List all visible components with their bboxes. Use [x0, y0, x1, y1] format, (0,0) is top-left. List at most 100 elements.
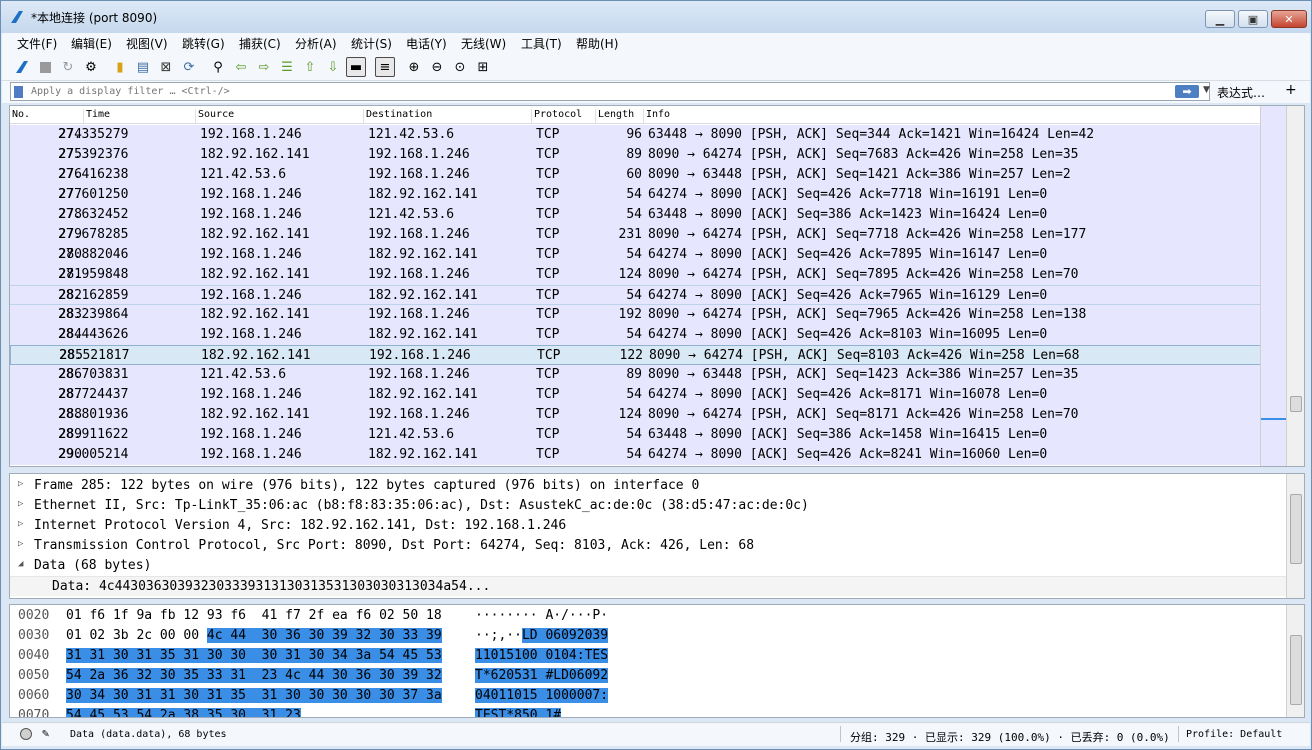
zoom-out-button[interactable]: ⊖	[427, 57, 447, 77]
resize-columns-button[interactable]: ⊞	[473, 57, 493, 77]
zoom-in-button[interactable]: ⊕	[404, 57, 424, 77]
reload-icon: ⟳	[183, 59, 195, 75]
go-forward-button[interactable]: ⇨	[254, 57, 274, 77]
packet-row[interactable]: 283 28.239864 182.92.162.141 192.168.1.246 T…	[10, 305, 1261, 325]
maximize-button[interactable]: ▣	[1238, 10, 1268, 28]
column-header-protocol[interactable]: Protocol	[532, 109, 596, 123]
packet-length: 60	[626, 167, 642, 182]
go-to-packet-button[interactable]: ☰	[277, 57, 297, 77]
filter-history-dropdown[interactable]: ▼	[1203, 85, 1210, 95]
collapsed-arrow-icon[interactable]: ▷	[18, 539, 23, 549]
add-filter-button[interactable]: +	[1285, 82, 1297, 98]
packet-row[interactable]: 285 28.521817 182.92.162.141 192.168.1.246 T…	[10, 345, 1261, 365]
bytes-row[interactable]: 0050 54 2a 36 32 30 35 33 31 23 4c 44 30 …	[10, 666, 1286, 686]
column-header-time[interactable]: Time	[84, 109, 196, 123]
first-packet-button[interactable]: ⇧	[300, 57, 320, 77]
column-header-no[interactable]: No.	[10, 109, 84, 123]
detail-text: Frame 285: 122 bytes on wire (976 bits),…	[34, 478, 700, 493]
last-packet-button[interactable]: ⇩	[323, 57, 343, 77]
menu-edit[interactable]: 编辑(E)	[71, 35, 112, 52]
profile-label[interactable]: Profile: Default	[1186, 729, 1282, 740]
packet-minimap[interactable]	[1260, 106, 1287, 466]
bytes-offset: 0060	[18, 688, 50, 703]
reload-file-button[interactable]: ⟳	[179, 57, 199, 77]
packet-row[interactable]: 276 27.416238 121.42.53.6 192.168.1.246 TCP 6…	[10, 165, 1261, 185]
bytes-scrollbar[interactable]	[1286, 605, 1304, 717]
menu-capture[interactable]: 捕获(C)	[239, 35, 281, 52]
details-scrollbar[interactable]	[1286, 474, 1304, 598]
menu-tools[interactable]: 工具(T)	[521, 35, 562, 52]
scrollbar-thumb[interactable]	[1290, 396, 1302, 412]
stop-capture-button[interactable]	[35, 57, 55, 77]
packet-row[interactable]: 278 27.632452 192.168.1.246 121.42.53.6 TCP 5…	[10, 205, 1261, 225]
menu-statistics[interactable]: 统计(S)	[351, 35, 392, 52]
packet-row[interactable]: 274 27.335279 192.168.1.246 121.42.53.6 TCP 9…	[10, 125, 1261, 145]
bytes-row[interactable]: 0060 30 34 30 31 31 30 31 35 31 30 30 30 …	[10, 686, 1286, 706]
collapsed-arrow-icon[interactable]: ▷	[18, 479, 23, 489]
detail-tree-item[interactable]: ◢ Data (68 bytes)	[10, 556, 1286, 576]
packet-row[interactable]: 290 29.005214 192.168.1.246 182.92.162.141 T…	[10, 445, 1261, 465]
packet-row[interactable]: 280 27.882046 192.168.1.246 182.92.162.141 T…	[10, 245, 1261, 265]
menu-help[interactable]: 帮助(H)	[576, 35, 618, 52]
packet-row[interactable]: 289 28.911622 192.168.1.246 121.42.53.6 TCP 5…	[10, 425, 1261, 445]
close-button[interactable]: ✕	[1271, 10, 1307, 28]
packet-protocol: TCP	[536, 147, 560, 162]
column-header-destination[interactable]: Destination	[364, 109, 532, 123]
column-header-info[interactable]: Info	[644, 109, 1261, 123]
packet-row[interactable]: 282 28.162859 192.168.1.246 182.92.162.141 T…	[10, 285, 1261, 305]
expression-button[interactable]: 表达式…	[1217, 84, 1265, 101]
bytes-row[interactable]: 0020 01 f6 1f 9a fb 12 93 f6 41 f7 2f ea …	[10, 606, 1286, 626]
collapsed-arrow-icon[interactable]: ▷	[18, 519, 23, 529]
open-file-button[interactable]: ▮	[110, 57, 130, 77]
restart-capture-button[interactable]: ↻	[58, 57, 78, 77]
packet-row[interactable]: 275 27.392376 182.92.162.141 192.168.1.246 T…	[10, 145, 1261, 165]
packet-destination: 192.168.1.246	[368, 267, 470, 282]
menu-view[interactable]: 视图(V)	[126, 35, 168, 52]
save-file-button[interactable]: ▤	[133, 57, 153, 77]
packet-row[interactable]: 288 28.801936 182.92.162.141 192.168.1.246 T…	[10, 405, 1261, 425]
scrollbar-thumb[interactable]	[1290, 635, 1302, 705]
menu-go[interactable]: 跳转(G)	[182, 35, 225, 52]
collapsed-arrow-icon[interactable]: ▷	[18, 499, 23, 509]
detail-tree-item[interactable]: ▷ Transmission Control Protocol, Src Port…	[10, 536, 1286, 556]
detail-tree-item[interactable]: ▷ Ethernet II, Src: Tp-LinkT_35:06:ac (b8…	[10, 496, 1286, 516]
packet-row[interactable]: 287 28.724437 192.168.1.246 182.92.162.141 T…	[10, 385, 1261, 405]
menu-file[interactable]: 文件(F)	[17, 35, 57, 52]
detail-tree-item[interactable]: ▷ Internet Protocol Version 4, Src: 182.9…	[10, 516, 1286, 536]
packet-row[interactable]: 284 28.443626 192.168.1.246 182.92.162.141 T…	[10, 325, 1261, 345]
edit-comment-icon[interactable]: ✎	[42, 726, 49, 740]
detail-tree-item[interactable]: ▷ Frame 285: 122 bytes on wire (976 bits)…	[10, 476, 1286, 496]
colorize-button[interactable]: ≡	[375, 57, 395, 77]
packet-info: 64274 → 8090 [ACK] Seq=426 Ack=7895 Win=…	[648, 247, 1048, 262]
packet-row[interactable]: 286 28.703831 121.42.53.6 192.168.1.246 TCP 8…	[10, 365, 1261, 385]
capture-options-button[interactable]: ⚙	[81, 57, 101, 77]
packet-row[interactable]: 281 27.959848 182.92.162.141 192.168.1.246 T…	[10, 265, 1261, 285]
menu-analyze[interactable]: 分析(A)	[295, 35, 337, 52]
bytes-row[interactable]: 0040 31 31 30 31 35 31 30 30 30 31 30 34 …	[10, 646, 1286, 666]
close-file-button[interactable]: ⊠	[156, 57, 176, 77]
packet-list-scrollbar[interactable]	[1286, 106, 1304, 466]
packet-row[interactable]: 277 27.601250 192.168.1.246 182.92.162.141 T…	[10, 185, 1261, 205]
bookmark-icon[interactable]	[14, 86, 23, 98]
find-packet-button[interactable]: ⚲	[208, 57, 228, 77]
column-header-length[interactable]: Length	[596, 109, 644, 123]
main-toolbar: ↻ ⚙ ▮ ▤ ⊠ ⟳ ⚲ ⇦ ⇨ ☰ ⇧ ⇩ ▬ ≡ ⊕ ⊖ ⊙ ⊞	[2, 53, 1310, 81]
minimize-button[interactable]: ▁	[1205, 10, 1235, 28]
display-filter-input[interactable]	[31, 83, 1151, 100]
scrollbar-thumb[interactable]	[1290, 494, 1302, 564]
auto-scroll-button[interactable]: ▬	[346, 57, 366, 77]
detail-data-field[interactable]: Data: 4c44303630393230333931313031353130…	[10, 576, 1286, 596]
menu-telephony[interactable]: 电话(Y)	[406, 35, 447, 52]
hex-selected: 30 34 30 31 31 30 31 35 31 30 30 30 30 3…	[66, 688, 442, 703]
bytes-row[interactable]: 0030 01 02 3b 2c 00 00 4c 44 30 36 30 39 …	[10, 626, 1286, 646]
bytes-row[interactable]: 0070 54 45 53 54 2a 38 35 30 31 23 TEST*85…	[10, 706, 1286, 717]
packet-row[interactable]: 279 27.678285 182.92.162.141 192.168.1.246 T…	[10, 225, 1261, 245]
apply-filter-button[interactable]: ➡	[1175, 85, 1199, 98]
go-back-button[interactable]: ⇦	[231, 57, 251, 77]
expert-info-icon[interactable]	[20, 728, 32, 740]
normal-size-button[interactable]: ⊙	[450, 57, 470, 77]
menu-wireless[interactable]: 无线(W)	[461, 35, 506, 52]
column-header-source[interactable]: Source	[196, 109, 364, 123]
expanded-arrow-icon[interactable]: ◢	[18, 559, 23, 569]
start-capture-button[interactable]	[12, 57, 32, 77]
